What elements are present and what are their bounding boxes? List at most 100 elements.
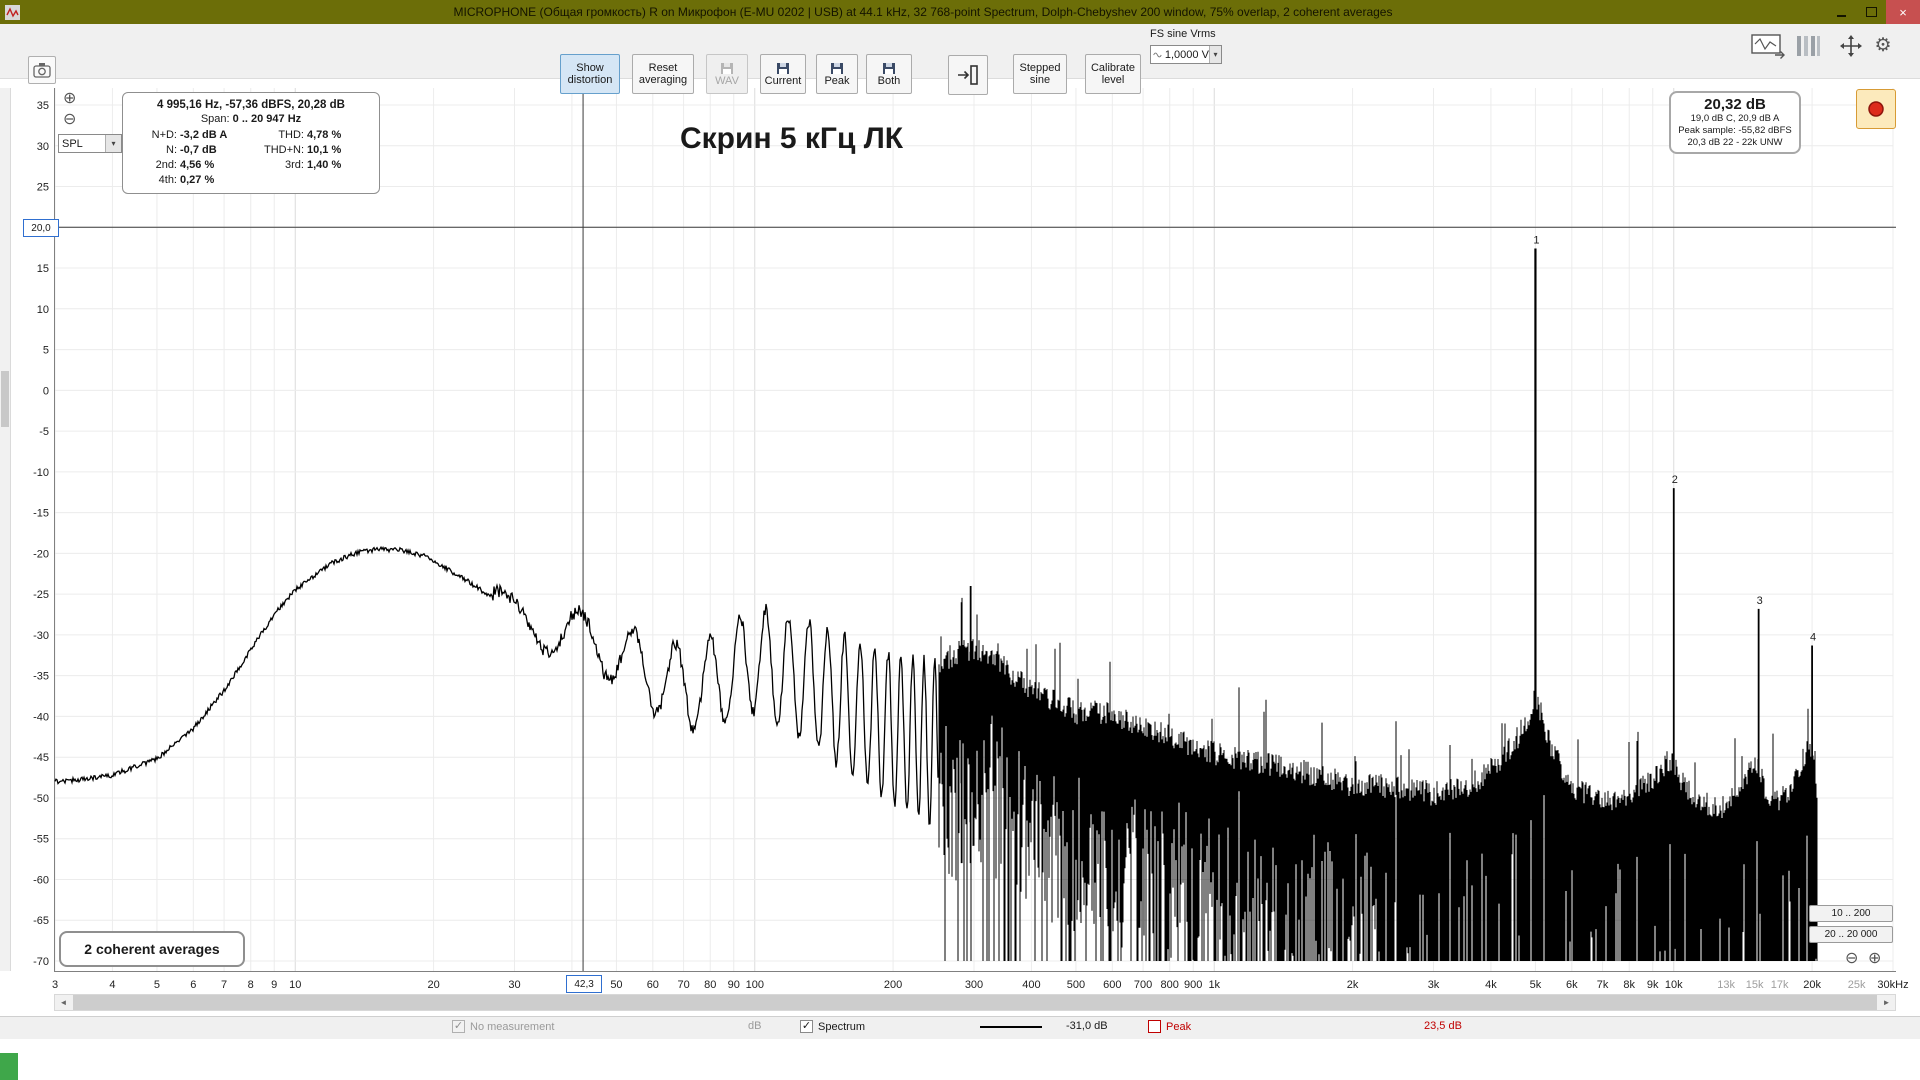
no-measurement-item: ✓ No measurement bbox=[452, 1020, 554, 1033]
x-tick-label: 9 bbox=[271, 979, 277, 991]
range-button-20-20000[interactable]: 20 .. 20 000 bbox=[1809, 926, 1893, 943]
reset-averaging-button[interactable]: Reset averaging bbox=[632, 54, 694, 94]
y-tick-label: -50 bbox=[33, 793, 49, 805]
save-both-label: Both bbox=[877, 74, 901, 87]
harmonic-number-label: 4 bbox=[1810, 632, 1816, 644]
y-tick-label: -65 bbox=[33, 915, 49, 927]
spectrum-checkbox[interactable]: ✓ bbox=[800, 1020, 813, 1033]
metric-label: N: bbox=[166, 144, 177, 156]
floppy-icon bbox=[831, 62, 843, 74]
y-cursor-value: 20,0 bbox=[31, 222, 51, 234]
harmonic-number-label: 3 bbox=[1757, 595, 1763, 607]
settings-button[interactable]: ⚙ bbox=[1870, 32, 1896, 58]
vertical-scrollbar[interactable] bbox=[0, 88, 11, 971]
range-button-10-200[interactable]: 10 .. 200 bbox=[1809, 905, 1893, 922]
x-tick-label: 600 bbox=[1103, 979, 1121, 991]
peak-checkbox[interactable] bbox=[1148, 1020, 1161, 1033]
calibrate-level-label: Calibrate level bbox=[1090, 62, 1136, 86]
x-tick-label: 30 bbox=[508, 979, 520, 991]
dropdown-arrow-icon[interactable]: ▾ bbox=[105, 135, 121, 152]
pan-button[interactable] bbox=[1838, 33, 1864, 59]
y-tick-label: 35 bbox=[37, 100, 49, 112]
chart-annotation-title: Скрин 5 кГц ЛК bbox=[680, 122, 904, 155]
record-button[interactable] bbox=[1856, 89, 1896, 129]
spl-selector[interactable]: SPL ▾ bbox=[58, 134, 122, 153]
x-tick-label: 15k bbox=[1746, 979, 1764, 991]
horizontal-scrollbar-thumb[interactable] bbox=[73, 995, 1877, 1010]
x-tick-label: 30kHz bbox=[1877, 979, 1908, 991]
stepped-sine-button[interactable]: Stepped sine bbox=[1013, 54, 1067, 94]
oscilloscope-button[interactable] bbox=[1750, 33, 1786, 61]
x-tick-label: 20 bbox=[427, 979, 439, 991]
horizontal-scrollbar[interactable]: ◄ ► bbox=[54, 994, 1896, 1011]
harmonic-number-label: 2 bbox=[1672, 474, 1678, 486]
maximize-icon bbox=[1865, 7, 1877, 17]
save-peak-button[interactable]: Peak bbox=[816, 54, 858, 94]
y-tick-label: 0 bbox=[43, 385, 49, 397]
y-cursor-box[interactable]: 20,0 bbox=[23, 219, 59, 238]
arrow-into-box-icon bbox=[958, 65, 978, 85]
save-current-button[interactable]: Current bbox=[760, 54, 806, 94]
calibrate-level-button[interactable]: Calibrate level bbox=[1085, 54, 1141, 94]
spectrum-noise bbox=[938, 597, 1818, 961]
show-distortion-button[interactable]: Show distortion bbox=[560, 54, 620, 94]
minimize-icon bbox=[1836, 14, 1846, 17]
metric-label: THD: bbox=[278, 129, 304, 141]
settings-gear-icon: ⚙ bbox=[1874, 34, 1892, 56]
x-cursor-box[interactable]: 42,3 bbox=[566, 975, 603, 993]
x-zoom-out-button[interactable]: ⊖ bbox=[1845, 951, 1858, 967]
snapshot-button[interactable] bbox=[28, 56, 56, 84]
scroll-left-icon[interactable]: ◄ bbox=[55, 995, 72, 1010]
x-tick-label: 7 bbox=[221, 979, 227, 991]
range-button-label: 20 .. 20 000 bbox=[1824, 929, 1878, 940]
x-tick-label: 10k bbox=[1665, 979, 1683, 991]
metric-label bbox=[252, 173, 307, 188]
y-tick-label: 5 bbox=[43, 345, 49, 357]
x-tick-label: 9k bbox=[1647, 979, 1659, 991]
record-icon bbox=[1868, 101, 1884, 117]
x-tick-label: 800 bbox=[1161, 979, 1179, 991]
save-both-button[interactable]: Both bbox=[866, 54, 912, 94]
x-tick-label: 80 bbox=[704, 979, 716, 991]
spectrum-curve bbox=[54, 545, 939, 825]
pan-arrows-icon bbox=[1840, 35, 1862, 57]
averages-badge: 2 coherent averages bbox=[59, 931, 245, 967]
fs-sine-combobox[interactable]: 1,0000 V ▾ bbox=[1150, 45, 1222, 64]
maximize-button[interactable] bbox=[1856, 0, 1886, 24]
no-measurement-label: No measurement bbox=[470, 1020, 555, 1033]
x-tick-label: 10 bbox=[289, 979, 301, 991]
y-tick-label: -5 bbox=[39, 426, 49, 438]
y-tick-label: -10 bbox=[33, 467, 49, 479]
span-label: Span: bbox=[200, 113, 230, 125]
save-peak-label: Peak bbox=[824, 74, 850, 87]
levels-button[interactable] bbox=[1794, 32, 1822, 60]
x-tick-label: 20k bbox=[1803, 979, 1821, 991]
y-tick-label: -60 bbox=[33, 874, 49, 886]
level-detail: 19,0 dB C, 20,9 dB A bbox=[1690, 113, 1780, 124]
dropdown-arrow-icon[interactable]: ▾ bbox=[1208, 46, 1221, 63]
minimize-button[interactable] bbox=[1826, 0, 1856, 24]
close-button[interactable]: × bbox=[1886, 0, 1920, 24]
signal-input-button[interactable] bbox=[948, 55, 988, 95]
metric-value: 0,27 % bbox=[180, 174, 215, 186]
floppy-icon bbox=[721, 62, 733, 74]
floppy-icon bbox=[777, 62, 789, 74]
metric-value bbox=[307, 173, 373, 188]
window-title: MICROPHONE (Общая громкость) R on Микроф… bbox=[453, 5, 1393, 19]
metric-value: 1,40 % bbox=[307, 159, 342, 171]
level-detail: 20,3 dB 22 - 22k UNW bbox=[1687, 137, 1783, 148]
x-tick-label: 6 bbox=[190, 979, 196, 991]
save-wav-label: WAV bbox=[715, 74, 739, 87]
y-tick-label: -55 bbox=[33, 834, 49, 846]
zoom-out-button[interactable]: ⊖ bbox=[63, 112, 76, 128]
no-measurement-checkbox[interactable]: ✓ bbox=[452, 1020, 465, 1033]
vertical-scrollbar-thumb[interactable] bbox=[1, 371, 9, 427]
x-zoom-in-button[interactable]: ⊕ bbox=[1868, 951, 1881, 967]
zoom-in-button[interactable]: ⊕ bbox=[63, 91, 76, 107]
scroll-right-icon[interactable]: ► bbox=[1878, 995, 1895, 1010]
x-tick-label: 3k bbox=[1428, 979, 1440, 991]
save-wav-button[interactable]: WAV bbox=[706, 54, 748, 94]
span-value: 0 .. 20 947 Hz bbox=[232, 113, 302, 125]
fs-sine-label: FS sine Vrms bbox=[1150, 28, 1216, 40]
floppy-icon bbox=[883, 62, 895, 74]
